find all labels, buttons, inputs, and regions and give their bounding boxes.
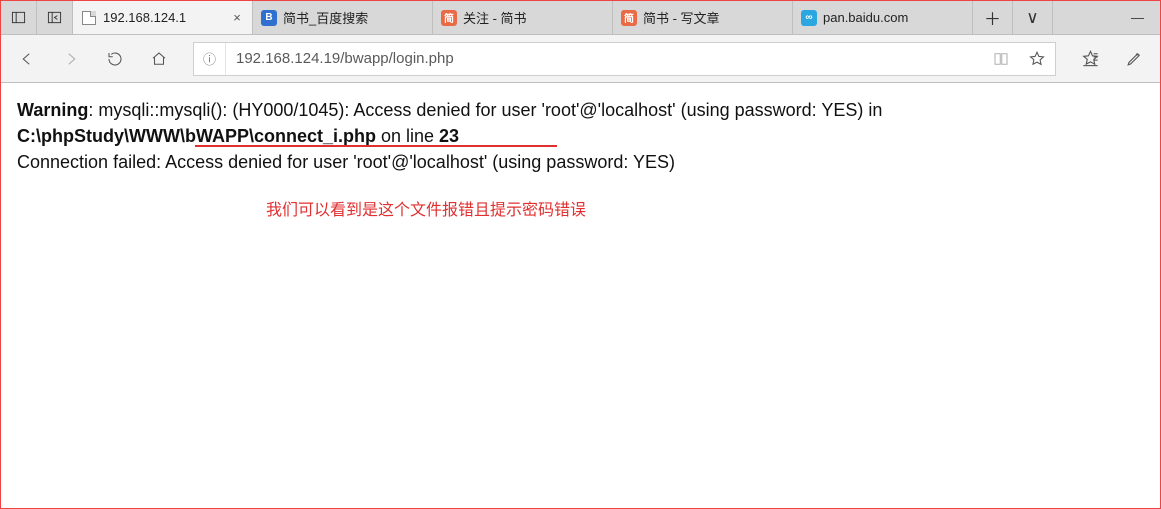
tabs-overflow-button[interactable]: ∨: [1013, 1, 1053, 34]
favorites-list-button[interactable]: [1070, 41, 1110, 77]
baidu-icon: B: [261, 10, 277, 26]
tab-label: 192.168.124.1: [103, 10, 224, 25]
pen-icon: [1125, 49, 1144, 68]
refresh-icon: [106, 50, 124, 68]
star-icon: [1028, 50, 1046, 68]
page-content: Warning: mysqli::mysqli(): (HY000/1045):…: [1, 83, 1160, 189]
tab-label: 简书 - 写文章: [643, 8, 784, 27]
tab-controls: ＋ ∨: [973, 1, 1053, 34]
favorite-button[interactable]: [1019, 43, 1055, 75]
tab-0[interactable]: 192.168.124.1 ×: [73, 1, 253, 34]
minimize-button[interactable]: —: [1115, 1, 1160, 34]
plus-icon: ＋: [984, 5, 1001, 30]
php-warning-line-2: C:\phpStudy\WWW\bWAPP\connect_i.php on l…: [17, 123, 1144, 149]
tab-2[interactable]: 简 关注 - 简书: [433, 1, 613, 34]
refresh-button[interactable]: [95, 41, 135, 77]
set-aside-tabs-button[interactable]: [37, 1, 73, 34]
file-path: C:\phpStudy\WWW\bWAPP\connect_i.php: [17, 126, 376, 146]
tab-1[interactable]: B 简书_百度搜索: [253, 1, 433, 34]
new-tab-button[interactable]: ＋: [973, 1, 1013, 34]
address-bar: ⓘ: [193, 42, 1056, 76]
line-number: 23: [439, 126, 459, 146]
php-warning-line-1: Warning: mysqli::mysqli(): (HY000/1045):…: [17, 97, 1144, 123]
site-info-button[interactable]: ⓘ: [194, 43, 226, 75]
home-icon: [150, 50, 168, 68]
tabs-container: 192.168.124.1 × B 简书_百度搜索 简 关注 - 简书 简 简书…: [73, 1, 973, 34]
on-line-text: on line: [376, 126, 439, 146]
tab-label: 关注 - 简书: [463, 8, 604, 27]
info-icon: ⓘ: [203, 49, 216, 68]
star-list-icon: [1081, 49, 1100, 68]
page-icon: [81, 10, 97, 26]
close-icon[interactable]: ×: [230, 11, 244, 25]
home-button[interactable]: [139, 41, 179, 77]
minimize-icon: —: [1131, 10, 1144, 25]
tab-label: pan.baidu.com: [823, 10, 964, 25]
baidu-pan-icon: ∞: [801, 10, 817, 26]
forward-button[interactable]: [51, 41, 91, 77]
tab-4[interactable]: ∞ pan.baidu.com: [793, 1, 973, 34]
toolbar: ⓘ: [1, 35, 1160, 83]
arrow-right-icon: [62, 50, 80, 68]
tab-strip: 192.168.124.1 × B 简书_百度搜索 简 关注 - 简书 简 简书…: [1, 1, 1160, 35]
chevron-down-icon: ∨: [1026, 8, 1038, 28]
warning-label: Warning: [17, 100, 88, 120]
jianshu-icon: 简: [621, 10, 637, 26]
tab-label: 简书_百度搜索: [283, 8, 424, 27]
annotation-underline: [195, 145, 557, 147]
reading-view-button[interactable]: [983, 43, 1019, 75]
warning-text: : mysqli::mysqli(): (HY000/1045): Access…: [88, 100, 882, 120]
connection-failed-text: Connection failed: Access denied for use…: [17, 149, 1144, 175]
back-button[interactable]: [7, 41, 47, 77]
arrow-left-icon: [18, 50, 36, 68]
book-icon: [992, 50, 1010, 68]
annotation-text: 我们可以看到是这个文件报错且提示密码错误: [266, 199, 586, 222]
window-controls: —: [1115, 1, 1160, 34]
jianshu-icon: 简: [441, 10, 457, 26]
url-input[interactable]: [226, 50, 983, 67]
sidebar-toggle-button[interactable]: [1, 1, 37, 34]
notes-button[interactable]: [1114, 41, 1154, 77]
tab-3[interactable]: 简 简书 - 写文章: [613, 1, 793, 34]
